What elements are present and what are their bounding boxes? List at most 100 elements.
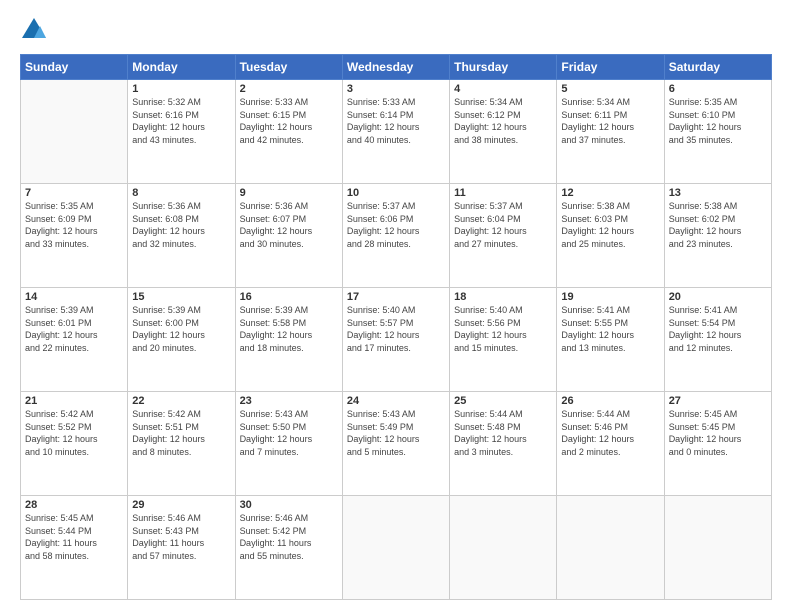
calendar-day-cell: 2Sunrise: 5:33 AM Sunset: 6:15 PM Daylig… (235, 80, 342, 184)
day-info: Sunrise: 5:35 AM Sunset: 6:10 PM Dayligh… (669, 96, 767, 146)
calendar-day-cell: 21Sunrise: 5:42 AM Sunset: 5:52 PM Dayli… (21, 392, 128, 496)
calendar-day-header: Monday (128, 55, 235, 80)
calendar-week-row: 1Sunrise: 5:32 AM Sunset: 6:16 PM Daylig… (21, 80, 772, 184)
calendar-day-cell: 27Sunrise: 5:45 AM Sunset: 5:45 PM Dayli… (664, 392, 771, 496)
day-info: Sunrise: 5:45 AM Sunset: 5:45 PM Dayligh… (669, 408, 767, 458)
day-number: 18 (454, 291, 552, 303)
day-info: Sunrise: 5:44 AM Sunset: 5:46 PM Dayligh… (561, 408, 659, 458)
day-number: 9 (240, 187, 338, 199)
day-number: 27 (669, 395, 767, 407)
calendar-day-header: Tuesday (235, 55, 342, 80)
calendar-day-cell: 16Sunrise: 5:39 AM Sunset: 5:58 PM Dayli… (235, 288, 342, 392)
calendar-day-cell: 1Sunrise: 5:32 AM Sunset: 6:16 PM Daylig… (128, 80, 235, 184)
calendar-day-cell: 3Sunrise: 5:33 AM Sunset: 6:14 PM Daylig… (342, 80, 449, 184)
day-number: 4 (454, 83, 552, 95)
day-number: 23 (240, 395, 338, 407)
day-number: 3 (347, 83, 445, 95)
day-number: 8 (132, 187, 230, 199)
calendar-week-row: 14Sunrise: 5:39 AM Sunset: 6:01 PM Dayli… (21, 288, 772, 392)
day-number: 15 (132, 291, 230, 303)
day-info: Sunrise: 5:33 AM Sunset: 6:15 PM Dayligh… (240, 96, 338, 146)
calendar-day-cell: 4Sunrise: 5:34 AM Sunset: 6:12 PM Daylig… (450, 80, 557, 184)
calendar-day-header: Thursday (450, 55, 557, 80)
day-info: Sunrise: 5:40 AM Sunset: 5:57 PM Dayligh… (347, 304, 445, 354)
calendar-day-cell: 25Sunrise: 5:44 AM Sunset: 5:48 PM Dayli… (450, 392, 557, 496)
day-number: 26 (561, 395, 659, 407)
day-info: Sunrise: 5:39 AM Sunset: 6:00 PM Dayligh… (132, 304, 230, 354)
calendar-day-cell (342, 496, 449, 600)
day-number: 6 (669, 83, 767, 95)
calendar-day-cell: 5Sunrise: 5:34 AM Sunset: 6:11 PM Daylig… (557, 80, 664, 184)
calendar-day-cell: 26Sunrise: 5:44 AM Sunset: 5:46 PM Dayli… (557, 392, 664, 496)
day-number: 20 (669, 291, 767, 303)
calendar-day-cell: 19Sunrise: 5:41 AM Sunset: 5:55 PM Dayli… (557, 288, 664, 392)
day-number: 14 (25, 291, 123, 303)
day-info: Sunrise: 5:39 AM Sunset: 6:01 PM Dayligh… (25, 304, 123, 354)
calendar-day-cell: 8Sunrise: 5:36 AM Sunset: 6:08 PM Daylig… (128, 184, 235, 288)
calendar-day-cell: 29Sunrise: 5:46 AM Sunset: 5:43 PM Dayli… (128, 496, 235, 600)
calendar-day-cell: 15Sunrise: 5:39 AM Sunset: 6:00 PM Dayli… (128, 288, 235, 392)
day-info: Sunrise: 5:33 AM Sunset: 6:14 PM Dayligh… (347, 96, 445, 146)
day-info: Sunrise: 5:43 AM Sunset: 5:50 PM Dayligh… (240, 408, 338, 458)
logo-icon (20, 16, 48, 44)
calendar-day-cell: 12Sunrise: 5:38 AM Sunset: 6:03 PM Dayli… (557, 184, 664, 288)
calendar-day-header: Friday (557, 55, 664, 80)
day-number: 17 (347, 291, 445, 303)
day-number: 22 (132, 395, 230, 407)
calendar-day-cell: 23Sunrise: 5:43 AM Sunset: 5:50 PM Dayli… (235, 392, 342, 496)
day-number: 10 (347, 187, 445, 199)
day-info: Sunrise: 5:42 AM Sunset: 5:51 PM Dayligh… (132, 408, 230, 458)
day-info: Sunrise: 5:45 AM Sunset: 5:44 PM Dayligh… (25, 512, 123, 562)
calendar-day-cell: 13Sunrise: 5:38 AM Sunset: 6:02 PM Dayli… (664, 184, 771, 288)
calendar-day-cell: 22Sunrise: 5:42 AM Sunset: 5:51 PM Dayli… (128, 392, 235, 496)
day-info: Sunrise: 5:41 AM Sunset: 5:55 PM Dayligh… (561, 304, 659, 354)
day-number: 2 (240, 83, 338, 95)
calendar-day-header: Sunday (21, 55, 128, 80)
calendar-day-cell: 6Sunrise: 5:35 AM Sunset: 6:10 PM Daylig… (664, 80, 771, 184)
calendar-day-cell (557, 496, 664, 600)
calendar-week-row: 21Sunrise: 5:42 AM Sunset: 5:52 PM Dayli… (21, 392, 772, 496)
day-info: Sunrise: 5:36 AM Sunset: 6:07 PM Dayligh… (240, 200, 338, 250)
day-info: Sunrise: 5:34 AM Sunset: 6:11 PM Dayligh… (561, 96, 659, 146)
calendar-day-cell: 14Sunrise: 5:39 AM Sunset: 6:01 PM Dayli… (21, 288, 128, 392)
calendar-week-row: 28Sunrise: 5:45 AM Sunset: 5:44 PM Dayli… (21, 496, 772, 600)
day-info: Sunrise: 5:38 AM Sunset: 6:02 PM Dayligh… (669, 200, 767, 250)
calendar-day-cell (21, 80, 128, 184)
day-number: 7 (25, 187, 123, 199)
calendar-day-cell: 30Sunrise: 5:46 AM Sunset: 5:42 PM Dayli… (235, 496, 342, 600)
calendar-day-header: Wednesday (342, 55, 449, 80)
day-number: 25 (454, 395, 552, 407)
day-info: Sunrise: 5:39 AM Sunset: 5:58 PM Dayligh… (240, 304, 338, 354)
calendar-day-cell: 7Sunrise: 5:35 AM Sunset: 6:09 PM Daylig… (21, 184, 128, 288)
day-info: Sunrise: 5:44 AM Sunset: 5:48 PM Dayligh… (454, 408, 552, 458)
day-info: Sunrise: 5:42 AM Sunset: 5:52 PM Dayligh… (25, 408, 123, 458)
day-number: 11 (454, 187, 552, 199)
day-info: Sunrise: 5:40 AM Sunset: 5:56 PM Dayligh… (454, 304, 552, 354)
calendar-day-cell: 18Sunrise: 5:40 AM Sunset: 5:56 PM Dayli… (450, 288, 557, 392)
calendar-day-header: Saturday (664, 55, 771, 80)
calendar-table: SundayMondayTuesdayWednesdayThursdayFrid… (20, 54, 772, 600)
day-number: 19 (561, 291, 659, 303)
day-info: Sunrise: 5:32 AM Sunset: 6:16 PM Dayligh… (132, 96, 230, 146)
day-info: Sunrise: 5:35 AM Sunset: 6:09 PM Dayligh… (25, 200, 123, 250)
day-number: 5 (561, 83, 659, 95)
day-info: Sunrise: 5:34 AM Sunset: 6:12 PM Dayligh… (454, 96, 552, 146)
day-number: 29 (132, 499, 230, 511)
page: SundayMondayTuesdayWednesdayThursdayFrid… (0, 0, 792, 612)
day-info: Sunrise: 5:36 AM Sunset: 6:08 PM Dayligh… (132, 200, 230, 250)
day-number: 12 (561, 187, 659, 199)
day-number: 1 (132, 83, 230, 95)
day-number: 24 (347, 395, 445, 407)
day-info: Sunrise: 5:46 AM Sunset: 5:42 PM Dayligh… (240, 512, 338, 562)
calendar-day-cell: 9Sunrise: 5:36 AM Sunset: 6:07 PM Daylig… (235, 184, 342, 288)
day-info: Sunrise: 5:38 AM Sunset: 6:03 PM Dayligh… (561, 200, 659, 250)
day-number: 21 (25, 395, 123, 407)
day-number: 16 (240, 291, 338, 303)
calendar-header-row: SundayMondayTuesdayWednesdayThursdayFrid… (21, 55, 772, 80)
header (20, 16, 772, 44)
calendar-week-row: 7Sunrise: 5:35 AM Sunset: 6:09 PM Daylig… (21, 184, 772, 288)
calendar-day-cell: 28Sunrise: 5:45 AM Sunset: 5:44 PM Dayli… (21, 496, 128, 600)
day-info: Sunrise: 5:41 AM Sunset: 5:54 PM Dayligh… (669, 304, 767, 354)
day-number: 30 (240, 499, 338, 511)
calendar-day-cell: 10Sunrise: 5:37 AM Sunset: 6:06 PM Dayli… (342, 184, 449, 288)
